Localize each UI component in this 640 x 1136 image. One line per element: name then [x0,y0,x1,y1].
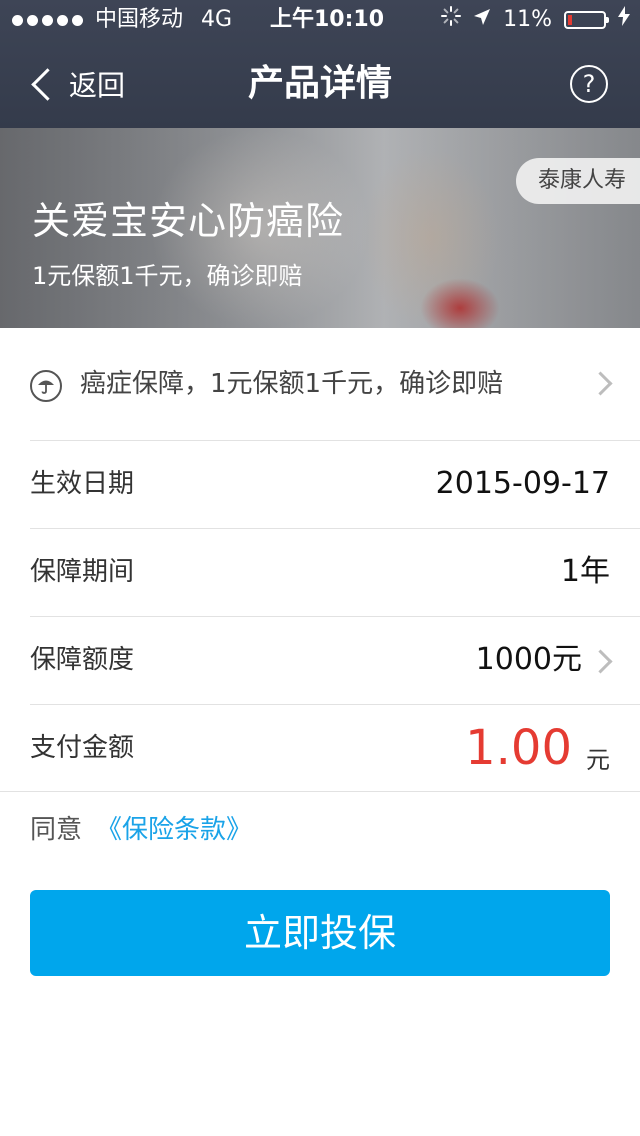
insurance-terms-link[interactable]: 《保险条款》 [96,815,252,845]
coverage-row[interactable]: 癌症保障，1元保额1千元，确诊即赔 [0,328,640,440]
status-time: 上午10:10 [270,7,385,32]
coverage-amount-label: 保障额度 [30,645,135,675]
agree-label: 同意 [30,815,83,845]
coverage-amount-value: 1000元 [475,642,582,677]
coverage-period-value: 1年 [560,554,610,589]
terms-agreement: 同意 《保险条款》 [30,808,252,852]
carrier-label: 中国移动 [95,7,184,32]
product-banner: 关爱宝安心防癌险 1元保额1千元，确诊即赔 泰康人寿 [0,128,640,328]
payment-row: 支付金额 1.00 元 [0,704,640,792]
coverage-amount-row[interactable]: 保障额度 1000元 [0,616,640,704]
loading-spinner-icon [441,0,462,40]
status-right: 11% [441,0,630,40]
effective-date-label: 生效日期 [30,469,135,499]
help-button[interactable]: ? [570,65,608,103]
payment-label: 支付金额 [30,733,135,763]
network-label: 4G [201,7,233,32]
coverage-description: 癌症保障，1元保额1千元，确诊即赔 [80,369,504,399]
payment-amount: 1.00 [465,720,572,776]
battery-level-fill [568,15,572,25]
insurer-badge: 泰康人寿 [515,158,640,204]
product-title: 关爱宝安心防癌险 [32,199,345,243]
status-bar: 中国移动 4G 上午10:10 11% [0,0,640,40]
umbrella-icon [30,370,62,402]
navigation-bar: 返回 产品详情 ? [0,40,640,128]
top-header: 中国移动 4G 上午10:10 11% 返回 产品详情 ? [0,0,640,128]
coverage-period-row: 保障期间 1年 [0,528,640,616]
divider [0,791,640,792]
chevron-right-icon [588,371,613,396]
effective-date-row: 生效日期 2015-09-17 [0,440,640,528]
battery-percent: 11% [503,7,552,32]
coverage-period-label: 保障期间 [30,557,135,587]
buy-now-button[interactable]: 立即投保 [30,890,610,976]
battery-icon [564,11,609,29]
status-left: 中国移动 4G [12,0,232,40]
product-subtitle: 1元保额1千元，确诊即赔 [32,262,303,290]
charging-bolt-icon [618,0,630,40]
location-arrow-icon [473,0,491,40]
chevron-right-icon [588,649,613,674]
signal-strength-icon [12,14,83,26]
page-title: 产品详情 [247,63,392,104]
effective-date-value: 2015-09-17 [435,466,610,501]
